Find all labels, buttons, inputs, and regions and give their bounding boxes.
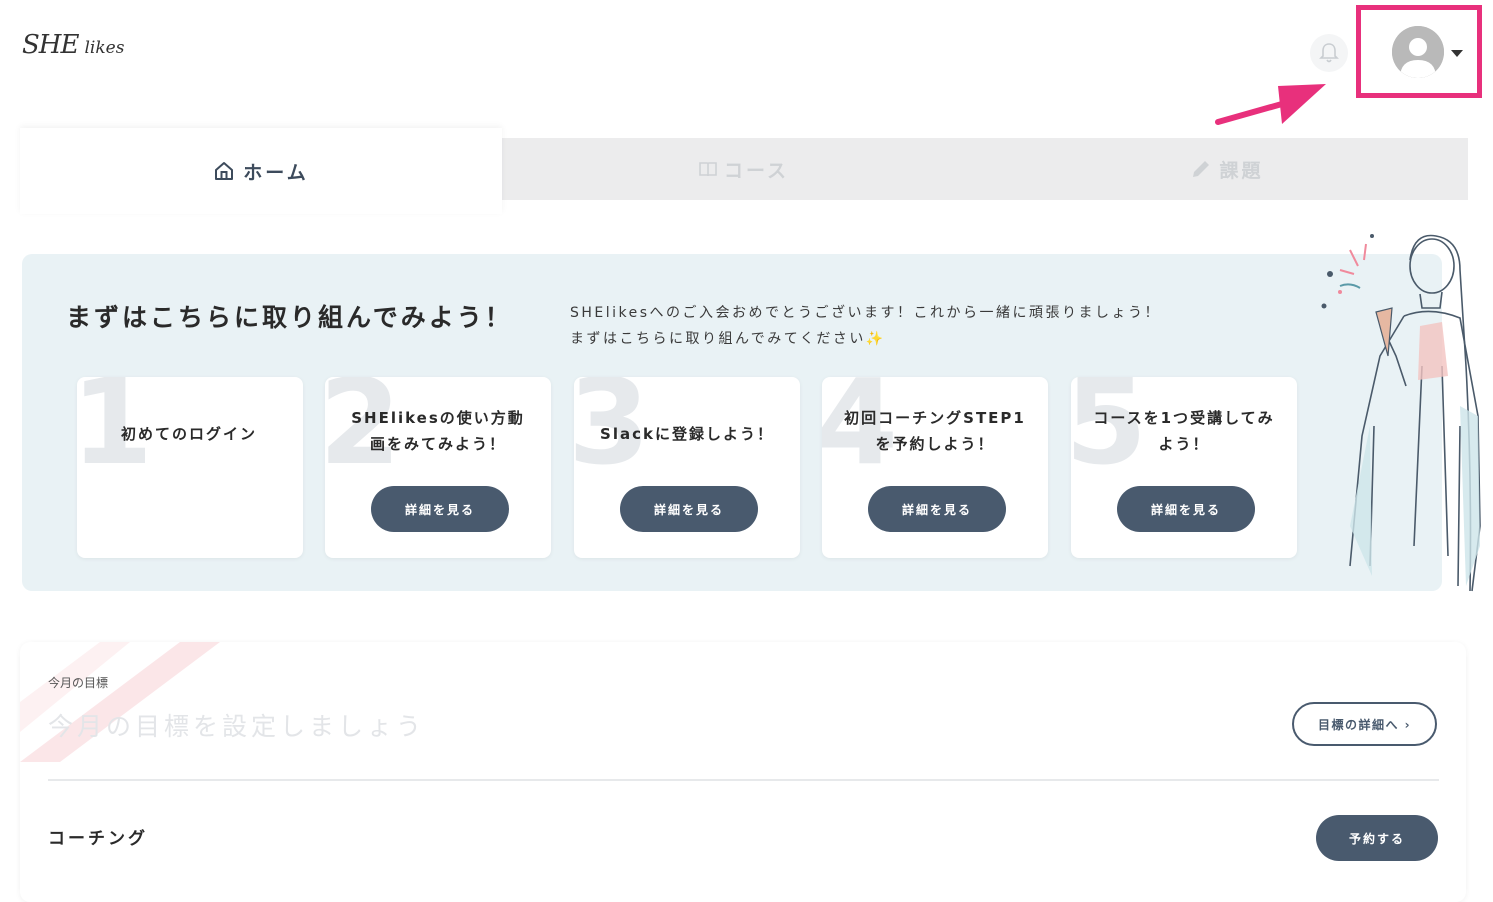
step-title: Slackに登録しよう！	[600, 425, 774, 443]
onboarding-message: SHElikesへのご入会おめでとうございます！これから一緒に頑張りましょう！ …	[570, 300, 1161, 352]
logo-sub: likes	[84, 38, 125, 58]
goal-panel	[20, 642, 1466, 902]
goal-detail-button[interactable]: 目標の詳細へ ›	[1292, 702, 1437, 746]
step-card-5: 5 コースを1つ受講してみよう！ 詳細を見る	[1071, 377, 1297, 558]
tab-home-label: ホーム	[243, 161, 309, 184]
tab-task-label: 課題	[1219, 159, 1264, 182]
pencil-icon	[1193, 161, 1210, 177]
step-card-4: 4 初回コーチングSTEP1を予約しよう！ 詳細を見る	[822, 377, 1048, 558]
step-card-2: 2 SHElikesの使い方動画をみてみよう！ 詳細を見る	[325, 377, 551, 558]
tab-course-label: コース	[723, 159, 790, 182]
onboarding-title: まずはこちらに取り組んでみよう！	[66, 303, 513, 332]
decorative-stripe	[20, 642, 220, 762]
home-icon	[215, 162, 234, 180]
pointer-arrow-icon	[1215, 84, 1326, 125]
step-detail-button[interactable]: 詳細を見る	[868, 486, 1006, 532]
tab-task[interactable]: 課題	[985, 138, 1468, 200]
onboarding-message-line2: まずはこちらに取り組んでみてください	[570, 331, 866, 347]
step-card-1[interactable]: 1 初めてのログイン	[77, 377, 303, 558]
tab-home[interactable]: ホーム	[20, 128, 502, 214]
celebration-illustration	[1321, 234, 1481, 592]
sparkle-icon: ✨	[865, 331, 886, 347]
user-avatar-icon[interactable]	[1392, 26, 1444, 78]
step-title: コースを1つ受講してみよう！	[1093, 409, 1275, 453]
logo-main: SHE	[22, 30, 79, 60]
divider	[48, 779, 1439, 781]
chevron-down-icon[interactable]	[1451, 50, 1463, 57]
step-detail-button[interactable]: 詳細を見る	[620, 486, 758, 532]
shelikes-logo[interactable]: SHE likes	[22, 30, 124, 60]
step-detail-button[interactable]: 詳細を見る	[371, 486, 509, 532]
bell-icon	[1319, 43, 1339, 63]
goal-placeholder-text[interactable]: 今月の目標を設定しましょう	[48, 707, 425, 743]
step-title: 初回コーチングSTEP1を予約しよう！	[844, 409, 1026, 453]
reserve-button[interactable]: 予約する	[1316, 815, 1438, 861]
tab-course[interactable]: コース	[502, 138, 985, 200]
notification-bell-button[interactable]	[1310, 34, 1348, 72]
onboarding-message-line1: SHElikesへのご入会おめでとうございます！これから一緒に頑張りましょう！	[570, 305, 1162, 321]
step-title: SHElikesの使い方動画をみてみよう！	[351, 409, 525, 453]
coaching-label: コーチング	[48, 829, 148, 849]
step-card-3: 3 Slackに登録しよう！ 詳細を見る	[574, 377, 800, 558]
step-detail-button[interactable]: 詳細を見る	[1117, 486, 1255, 532]
book-icon	[699, 162, 717, 177]
goal-label: 今月の目標	[48, 676, 109, 690]
step-title: 初めてのログイン	[121, 425, 258, 443]
